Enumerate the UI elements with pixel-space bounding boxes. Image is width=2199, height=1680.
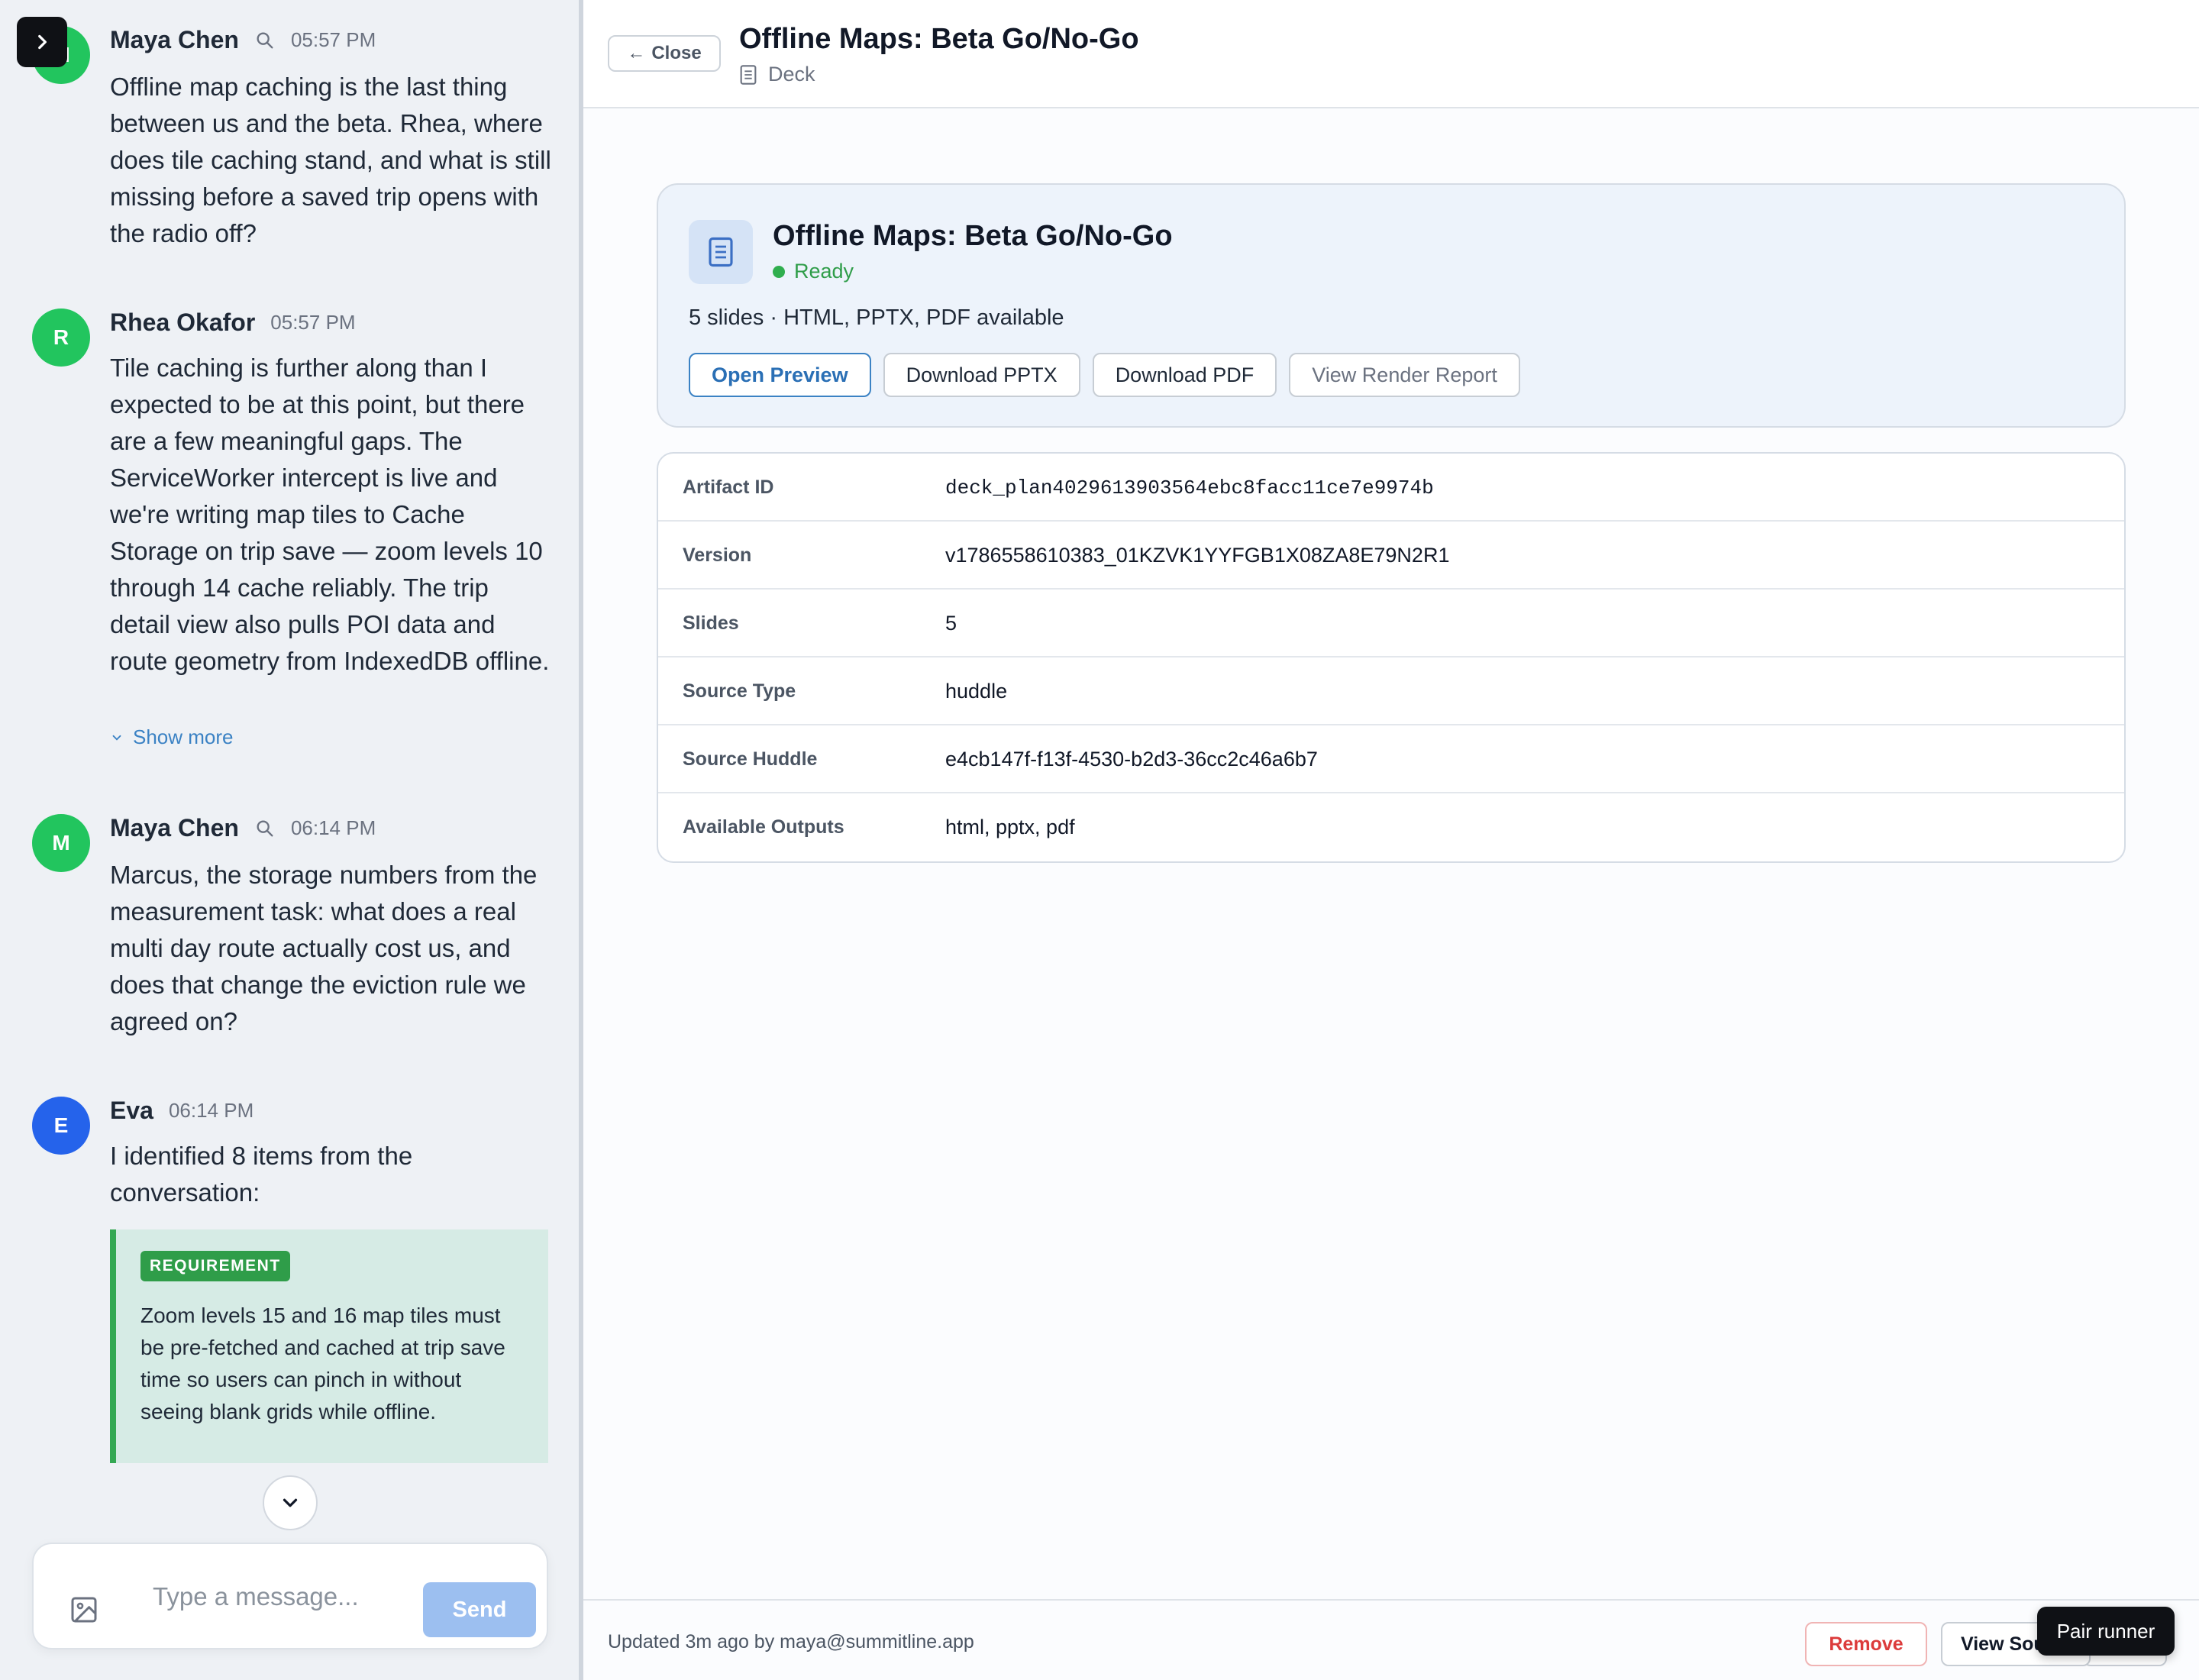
table-row: Available Outputs html, pptx, pdf [658,793,2124,861]
message-author: Eva [110,1097,153,1124]
detail-header: ← Close Offline Maps: Beta Go/No-Go Deck [583,0,2199,108]
status-dot-icon [773,265,785,278]
requirement-badge: REQUIREMENT [140,1251,290,1281]
download-pptx-button[interactable]: Download PPTX [883,353,1080,397]
message-time: 05:57 PM [270,311,356,334]
search-icon[interactable] [254,30,276,51]
message-time: 06:14 PM [168,1099,254,1122]
artifact-summary: 5 slides · HTML, PPTX, PDF available [689,305,1064,330]
message-text: I identified 8 items from the conversati… [110,1142,413,1207]
message-time: 05:57 PM [290,28,376,51]
search-icon[interactable] [254,818,276,839]
avatar: M [32,814,90,872]
remove-button[interactable]: Remove [1805,1622,1927,1666]
meta-value: 5 [945,612,957,635]
meta-key: Source Type [683,680,796,702]
requirement-card[interactable]: REQUIREMENT Zoom levels 15 and 16 map ti… [110,1229,548,1463]
message-author: Maya Chen [110,26,239,53]
artifact-actions: Open Preview Download PPTX Download PDF … [689,353,1520,397]
close-button[interactable]: ← Close [608,35,721,72]
chevron-right-icon [38,34,47,50]
meta-key: Slides [683,612,739,634]
chat-panel: M Maya Chen 05:57 PM Offline map caching… [0,0,579,1680]
artifact-title: Offline Maps: Beta Go/No-Go [773,220,1173,252]
message-text: Tile caching is further along than I exp… [110,354,550,675]
table-row: Source Type huddle [658,657,2124,725]
table-row: Version v1786558610383_01KZVK1YYFGB1X08Z… [658,522,2124,590]
requirement-text: Zoom levels 15 and 16 map tiles must be … [140,1304,505,1423]
meta-key: Available Outputs [683,816,844,838]
message-time: 06:14 PM [290,816,376,839]
artifact-detail-panel: ← Close Offline Maps: Beta Go/No-Go Deck… [583,0,2199,1680]
document-icon [740,64,757,85]
status-badge: Ready [773,260,854,283]
show-more-link[interactable]: Show more [110,725,234,749]
meta-value: v1786558610383_01KZVK1YYFGB1X08ZA8E79N2R… [945,544,1450,567]
meta-value: deck_plan4029613903564ebc8facc11ce7e9974… [945,476,1434,499]
image-upload-icon[interactable] [69,1594,99,1625]
message-text: Marcus, the storage numbers from the mea… [110,861,538,1035]
chevron-down-icon [112,735,121,741]
avatar: E [32,1097,90,1155]
detail-footer: Updated 3m ago by maya@summitline.app Re… [583,1599,2199,1680]
chevron-down-icon [283,1498,298,1507]
message-author: Rhea Okafor [110,309,256,336]
metadata-table: Artifact ID deck_plan4029613903564ebc8fa… [657,452,2126,863]
message-input[interactable] [153,1576,428,1617]
arrow-left-icon: ← [627,43,646,63]
message-text: Offline map caching is the last thing be… [110,73,551,247]
artifact-kind: Deck [739,63,815,86]
updated-info: Updated 3m ago by maya@summitline.app [608,1631,974,1653]
meta-key: Version [683,544,752,566]
avatar: R [32,309,90,367]
table-row: Source Huddle e4cb147f-f13f-4530-b2d3-36… [658,725,2124,793]
message-composer: Send [32,1543,548,1649]
meta-key: Source Huddle [683,748,818,770]
artifact-summary-card: Offline Maps: Beta Go/No-Go Ready 5 slid… [657,183,2126,428]
table-row: Slides 5 [658,590,2124,657]
open-preview-button[interactable]: Open Preview [689,353,871,397]
message-author: Maya Chen [110,814,239,842]
scroll-to-bottom-button[interactable] [263,1475,318,1530]
view-render-report-button[interactable]: View Render Report [1289,353,1520,397]
meta-value: html, pptx, pdf [945,816,1075,838]
meta-value: huddle [945,680,1008,703]
download-pdf-button[interactable]: Download PDF [1092,353,1277,397]
pair-runner-tooltip[interactable]: Pair runner [2037,1607,2175,1656]
expand-sidebar-button[interactable] [17,17,67,67]
document-icon [689,220,753,284]
meta-key: Artifact ID [683,477,774,498]
table-row: Artifact ID deck_plan4029613903564ebc8fa… [658,454,2124,522]
send-button[interactable]: Send [423,1582,536,1637]
page-title: Offline Maps: Beta Go/No-Go [739,23,1139,55]
meta-value: e4cb147f-f13f-4530-b2d3-36cc2c46a6b7 [945,748,1318,771]
